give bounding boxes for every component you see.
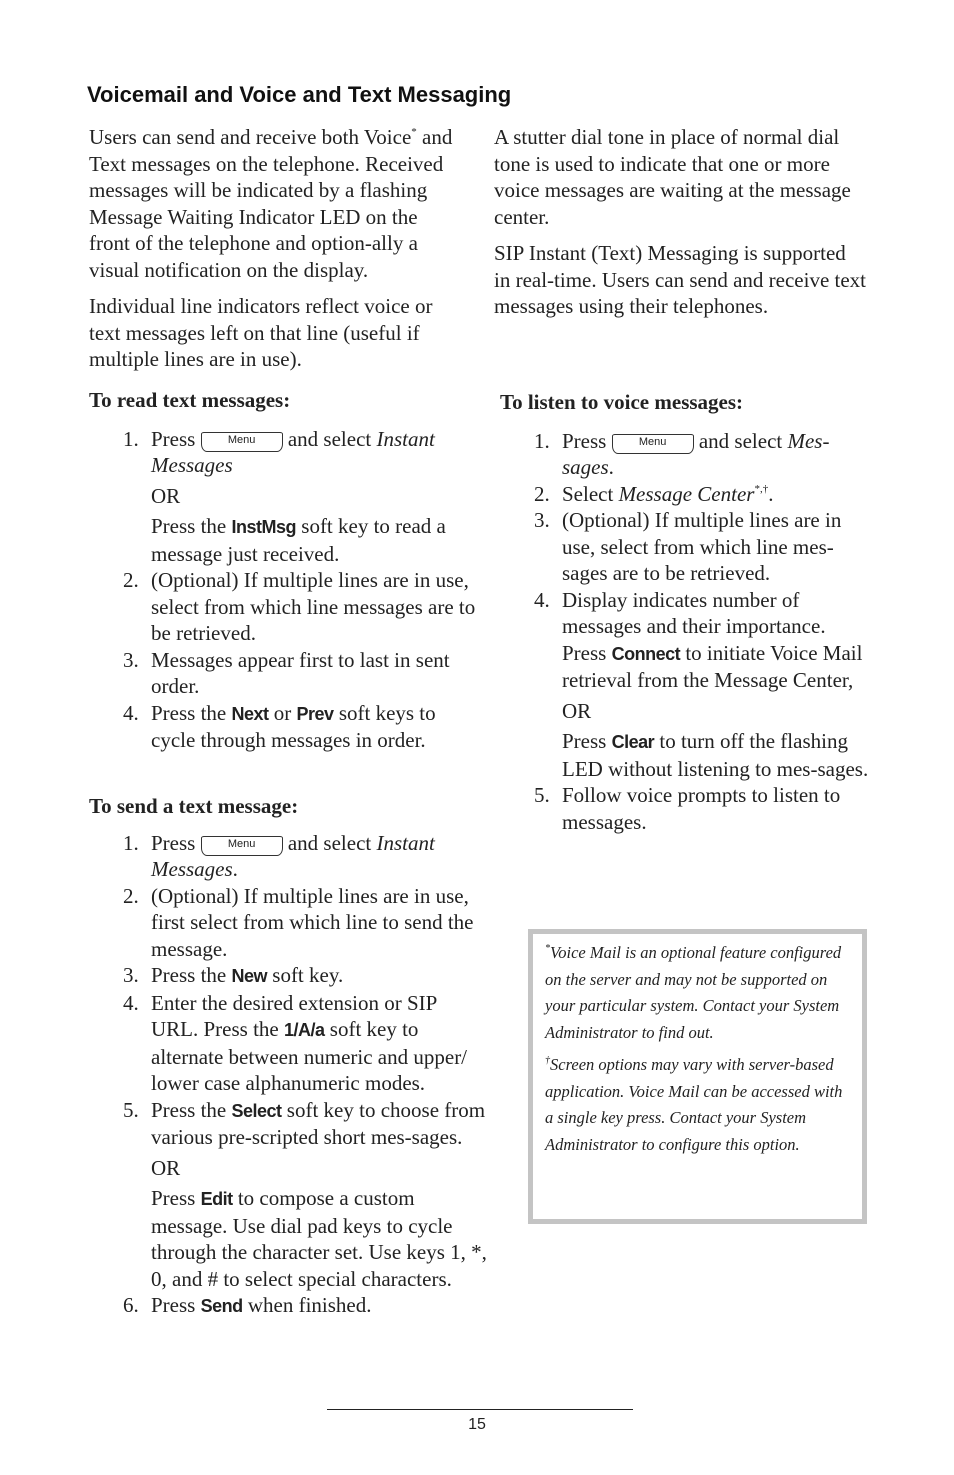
softkey-label: InstMsg	[231, 517, 297, 537]
section-heading: To listen to voice messages:	[500, 390, 744, 414]
footnote-box: *Voice Mail is an optional feature confi…	[528, 929, 867, 1224]
step-item: 2. (Optional) If multiple lines are in us…	[123, 568, 476, 645]
softkey-label: New	[231, 966, 268, 986]
softkey-label: Next	[231, 703, 270, 724]
softkey-label: Send	[200, 1296, 244, 1316]
read-section: To read text messages: 1. Press Menu and…	[89, 387, 484, 754]
footnote: *Voice Mail is an optional feature confi…	[545, 943, 842, 1042]
step-item: 4. Display indicates number of messages …	[534, 587, 869, 781]
intro-right: A stutter dial tone in place of normal d…	[494, 124, 866, 320]
intro-left: Users can send and receive both Voice* a…	[89, 124, 459, 373]
footnote: †Screen options may vary with server-bas…	[545, 1055, 843, 1154]
step-item: 2. (Optional) If multiple lines are in us…	[123, 883, 474, 961]
page-title: Voicemail and Voice and Text Messaging	[87, 82, 512, 107]
section-heading: To send a text message:	[89, 794, 299, 818]
step-item: 1. Press Menu and select Mes-sages.	[534, 428, 830, 480]
menu-key: Menu	[611, 433, 694, 454]
menu-key: Menu	[200, 431, 283, 452]
menu-key: Menu	[200, 835, 283, 856]
intro-paragraph: SIP Instant (Text) Messaging is supporte…	[494, 241, 867, 318]
intro-paragraph: Users can send and receive both Voice* a…	[89, 125, 453, 282]
step-item: 5. Follow voice prompts to listen to mess…	[534, 783, 841, 834]
step-item: 4. Enter the desired extension or SIP URL…	[123, 990, 468, 1096]
intro-paragraph: A stutter dial tone in place of normal d…	[494, 125, 851, 229]
step-item: 6. Press Send when finished.	[123, 1293, 372, 1317]
step-item: 3. Press the New soft key.	[123, 963, 344, 987]
softkey-label: 1/A/a	[284, 1020, 325, 1040]
step-item: 1. Press Menu and select Instant Message…	[123, 830, 435, 882]
step-item: 5. Press the Select soft key to choose f…	[123, 1097, 487, 1291]
softkey-label: Edit	[200, 1189, 234, 1209]
step-item: 2. Select Message Center*,†.	[534, 481, 774, 506]
footnote-marker: *,†	[754, 482, 769, 495]
page-number: 15	[468, 1416, 486, 1433]
footnote-marker: *	[411, 126, 417, 138]
step-item: 3. Messages appear first to last in sent …	[123, 647, 450, 699]
step-item: 1. Press Menu and select Instant Message…	[123, 426, 446, 566]
softkey-label: Select	[231, 1100, 283, 1121]
footer-rule	[327, 1409, 633, 1410]
step-item: 3. (Optional) If multiple lines are in us…	[534, 508, 842, 585]
intro-paragraph: Individual line indicators reflect voice…	[89, 294, 433, 371]
step-item: 4. Press the Next or Prev soft keys to cy…	[123, 700, 436, 753]
listen-section: To listen to voice messages: 1. Press Me…	[500, 389, 870, 835]
section-heading: To read text messages:	[89, 388, 291, 412]
send-section: To send a text message: 1. Press Menu an…	[89, 793, 489, 1320]
softkey-label: Prev	[296, 703, 335, 724]
softkey-label: Connect	[611, 643, 681, 664]
softkey-label: Clear	[611, 732, 655, 752]
